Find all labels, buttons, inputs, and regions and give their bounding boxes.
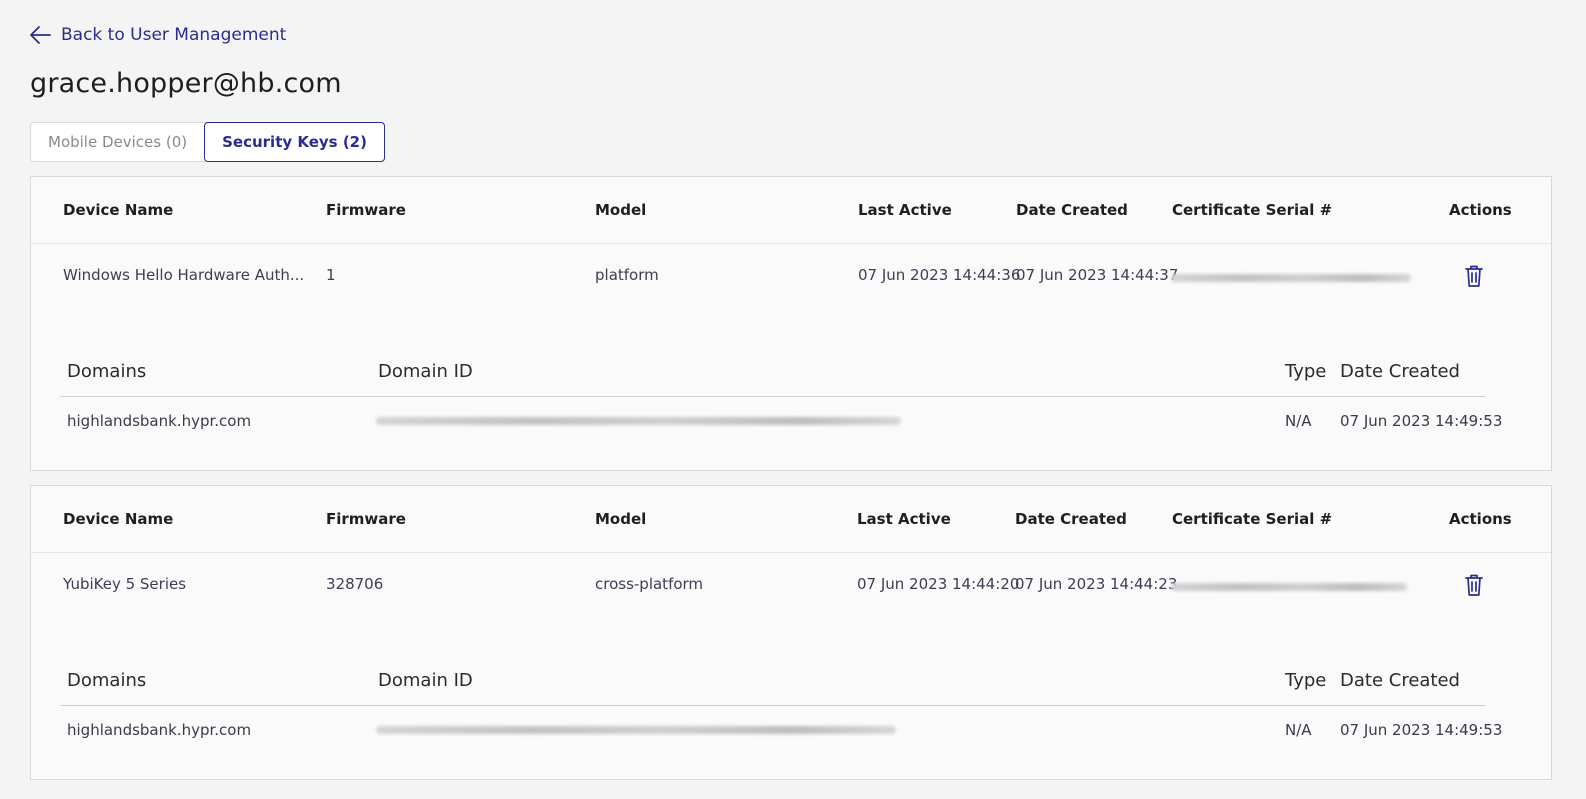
col-firmware: Firmware bbox=[326, 201, 406, 219]
firmware: 328706 bbox=[326, 575, 384, 593]
device-name: YubiKey 5 Series bbox=[63, 575, 187, 593]
cert-serial-redacted bbox=[1171, 274, 1411, 282]
domain-table-header: Domains Domain ID Type Date Created bbox=[60, 347, 1485, 397]
col-domain-id: Domain ID bbox=[378, 361, 473, 382]
domain-table: Domains Domain ID Type Date Created high… bbox=[60, 347, 1502, 445]
model: cross-platform bbox=[595, 575, 704, 593]
col-device-name: Device Name bbox=[63, 510, 174, 528]
col-domains: Domains bbox=[67, 670, 147, 691]
last-active: 07 Jun 2023 14:44:36 bbox=[858, 266, 1021, 284]
security-key-card: Device Name Firmware Model Last Active D… bbox=[30, 485, 1552, 780]
model: platform bbox=[595, 266, 659, 284]
domain-date-created: 07 Jun 2023 14:49:53 bbox=[1340, 721, 1503, 739]
device-name: Windows Hello Hardware Auth... bbox=[63, 266, 305, 284]
trash-icon[interactable] bbox=[1464, 573, 1484, 597]
cert-serial-redacted bbox=[1171, 583, 1407, 591]
back-to-user-management-link[interactable]: Back to User Management bbox=[29, 22, 286, 48]
table-row: YubiKey 5 Series 328706 cross-platform 0… bbox=[31, 553, 1551, 620]
col-cert-serial: Certificate Serial # bbox=[1172, 510, 1333, 528]
domain-type: N/A bbox=[1285, 412, 1312, 430]
col-last-active: Last Active bbox=[857, 510, 951, 528]
domain-id-redacted bbox=[376, 726, 896, 734]
domain-name: highlandsbank.hypr.com bbox=[67, 721, 252, 739]
col-model: Model bbox=[595, 510, 647, 528]
device-table-header: Device Name Firmware Model Last Active D… bbox=[31, 177, 1551, 244]
table-row: highlandsbank.hypr.com N/A 07 Jun 2023 1… bbox=[60, 397, 1502, 445]
date-created: 07 Jun 2023 14:44:37 bbox=[1016, 266, 1179, 284]
date-created: 07 Jun 2023 14:44:23 bbox=[1015, 575, 1178, 593]
col-last-active: Last Active bbox=[858, 201, 952, 219]
col-type: Type bbox=[1285, 361, 1327, 382]
col-actions: Actions bbox=[1449, 510, 1512, 528]
firmware: 1 bbox=[326, 266, 336, 284]
tab-mobile-devices[interactable]: Mobile Devices (0) bbox=[31, 123, 204, 161]
col-domains: Domains bbox=[67, 361, 147, 382]
arrow-left-icon bbox=[30, 26, 51, 44]
back-link-label: Back to User Management bbox=[61, 25, 287, 45]
domain-table: Domains Domain ID Type Date Created high… bbox=[60, 656, 1502, 754]
domain-type: N/A bbox=[1285, 721, 1312, 739]
table-row: highlandsbank.hypr.com N/A 07 Jun 2023 1… bbox=[60, 706, 1502, 754]
col-actions: Actions bbox=[1449, 201, 1512, 219]
security-key-card: Device Name Firmware Model Last Active D… bbox=[30, 176, 1552, 471]
domain-date-created: 07 Jun 2023 14:49:53 bbox=[1340, 412, 1503, 430]
device-tabs: Mobile Devices (0) Security Keys (2) bbox=[30, 122, 385, 162]
domain-name: highlandsbank.hypr.com bbox=[67, 412, 252, 430]
device-table-header: Device Name Firmware Model Last Active D… bbox=[31, 486, 1551, 553]
trash-icon[interactable] bbox=[1464, 264, 1484, 288]
col-type: Type bbox=[1285, 670, 1327, 691]
tab-security-keys[interactable]: Security Keys (2) bbox=[204, 122, 385, 162]
page-title: grace.hopper@hb.com bbox=[30, 68, 342, 99]
col-device-name: Device Name bbox=[63, 201, 174, 219]
col-domain-date-created: Date Created bbox=[1340, 361, 1460, 382]
col-model: Model bbox=[595, 201, 647, 219]
col-cert-serial: Certificate Serial # bbox=[1172, 201, 1333, 219]
col-firmware: Firmware bbox=[326, 510, 406, 528]
col-date-created: Date Created bbox=[1016, 201, 1128, 219]
domain-table-header: Domains Domain ID Type Date Created bbox=[60, 656, 1485, 706]
col-domain-date-created: Date Created bbox=[1340, 670, 1460, 691]
last-active: 07 Jun 2023 14:44:20 bbox=[857, 575, 1020, 593]
table-row: Windows Hello Hardware Auth... 1 platfor… bbox=[31, 244, 1551, 311]
col-date-created: Date Created bbox=[1015, 510, 1127, 528]
col-domain-id: Domain ID bbox=[378, 670, 473, 691]
domain-id-redacted bbox=[376, 417, 901, 425]
